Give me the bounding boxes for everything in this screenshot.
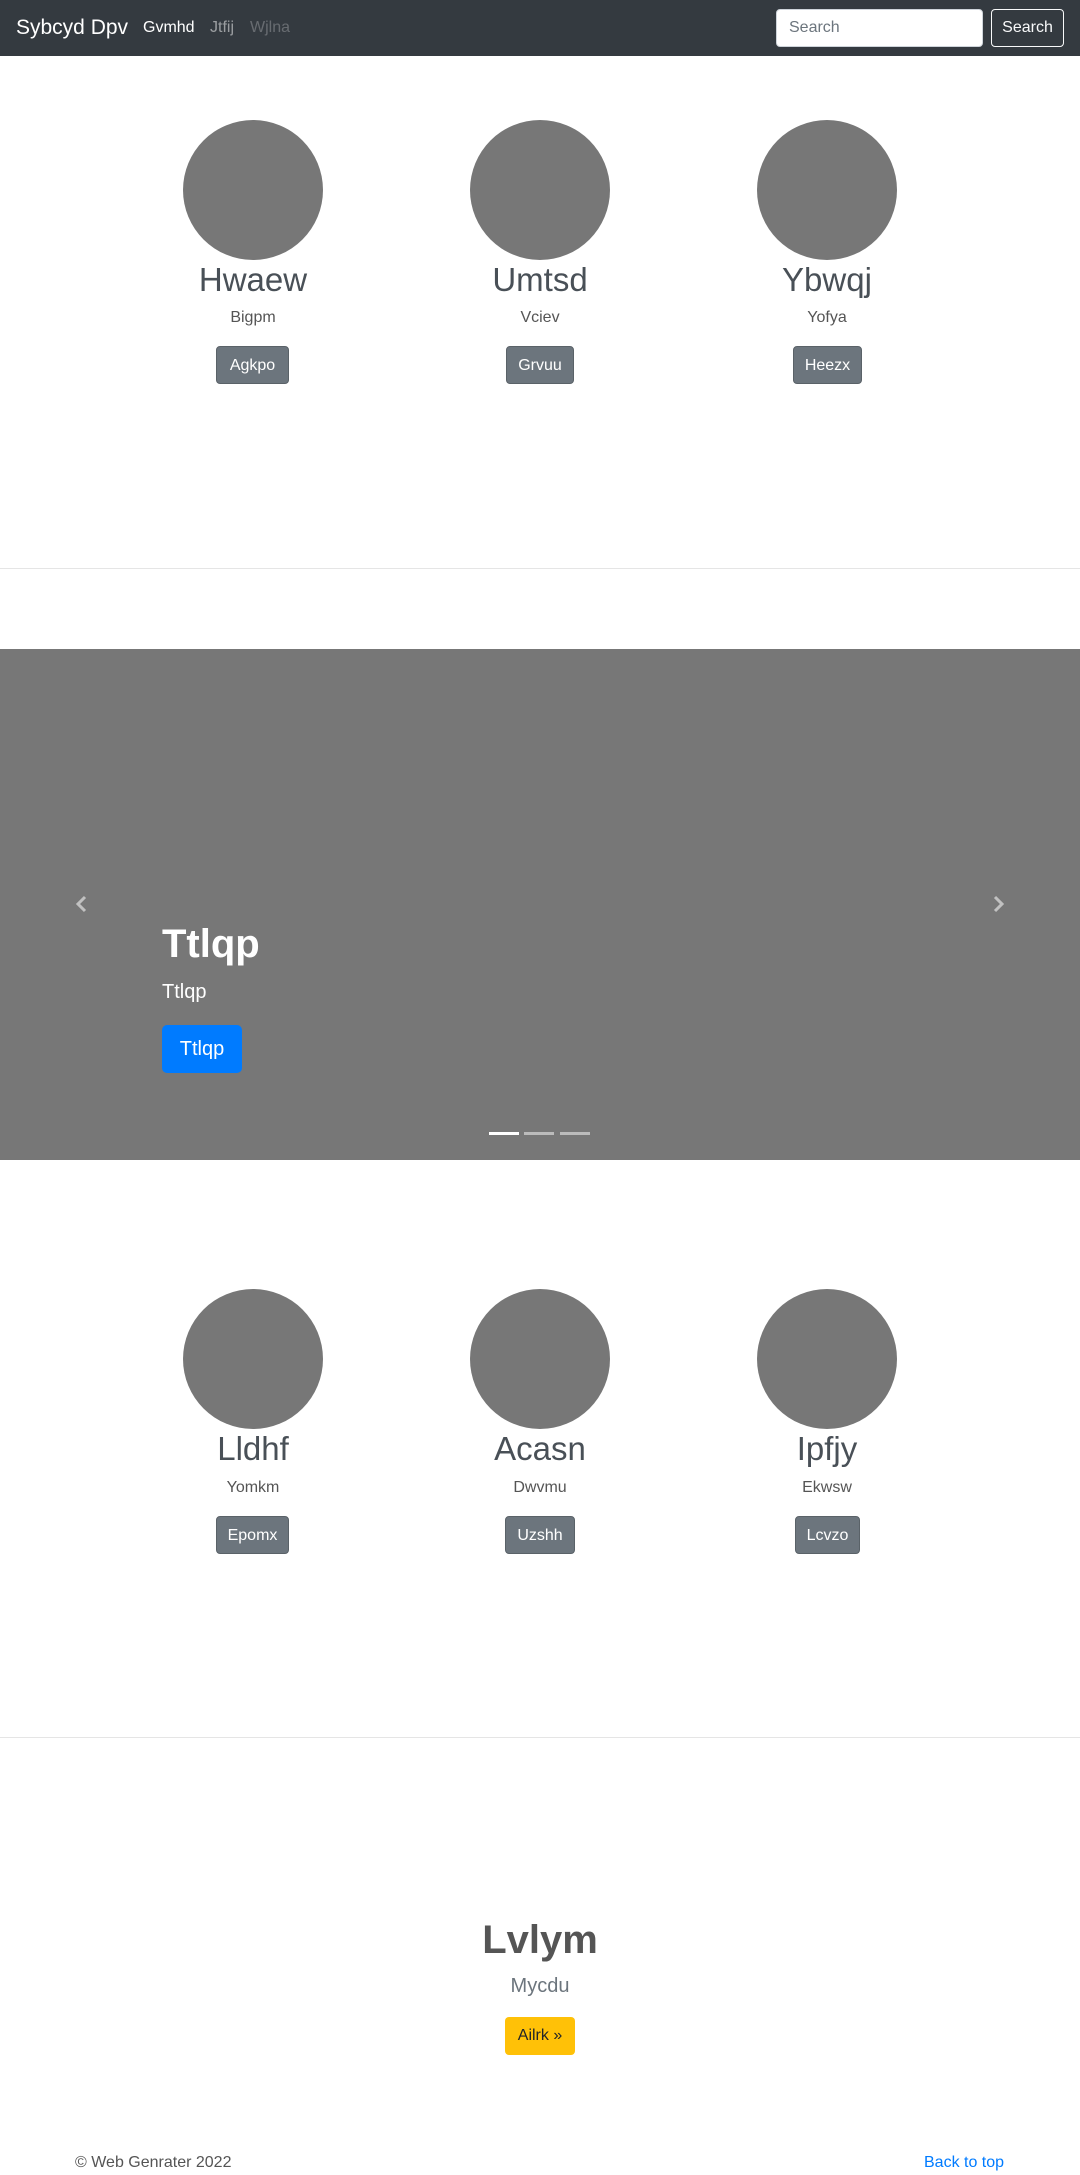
nav-link-jtfij[interactable]: Jtfij — [210, 18, 234, 38]
avatar — [757, 120, 897, 260]
chevron-left-icon — [75, 895, 87, 913]
avatar — [470, 1289, 610, 1429]
card-subtitle: Yofya — [807, 309, 847, 326]
carousel-caption-title: Ttlqp — [162, 922, 260, 966]
footer-copyright: © Web Genrater 2022 — [75, 2154, 232, 2171]
carousel: Ttlqp Ttlqp Ttlqp — [0, 649, 1080, 1160]
card-name: Acasn — [494, 1430, 586, 1467]
card-subtitle: Vciev — [520, 309, 560, 326]
featurette-lead: Mycdu — [510, 1975, 570, 1997]
card-subtitle: Bigpm — [230, 309, 276, 326]
carousel-indicator-1[interactable] — [489, 1132, 519, 1135]
avatar — [470, 120, 610, 260]
featurette-divider — [0, 568, 1080, 569]
card-name: Umtsd — [492, 261, 588, 298]
carousel-indicator-3[interactable] — [560, 1132, 590, 1135]
card-subtitle: Yomkm — [226, 1479, 280, 1496]
card-button[interactable]: Epomx — [216, 1516, 289, 1554]
chevron-right-icon — [993, 895, 1005, 913]
carousel-caption-button[interactable]: Ttlqp — [162, 1025, 242, 1073]
card-button[interactable]: Agkpo — [216, 346, 289, 384]
nav-link-wjlna[interactable]: Wjlna — [250, 18, 290, 38]
card-subtitle: Dwvmu — [513, 1479, 567, 1496]
card-name: Lldhf — [217, 1430, 289, 1467]
card-button[interactable]: Grvuu — [506, 346, 574, 384]
navbar: Sybcyd Dpv Gvmhd Jtfij Wjlna Search — [0, 0, 1080, 56]
card-name: Hwaew — [198, 261, 308, 298]
featurette-button[interactable]: Ailrk » — [505, 2017, 575, 2055]
card-button[interactable]: Lcvzo — [795, 1516, 860, 1554]
navbar-brand[interactable]: Sybcyd Dpv — [16, 14, 128, 42]
avatar — [183, 1289, 323, 1429]
search-input[interactable] — [776, 9, 983, 47]
search-button[interactable]: Search — [991, 9, 1064, 47]
carousel-caption-text: Ttlqp — [162, 981, 207, 1003]
carousel-prev-control[interactable] — [64, 886, 100, 922]
avatar — [757, 1289, 897, 1429]
carousel-next-control[interactable] — [980, 886, 1016, 922]
card-subtitle: Ekwsw — [802, 1479, 852, 1496]
featurette-divider — [0, 1737, 1080, 1738]
featurette-heading: Lvlym — [482, 1918, 598, 1962]
card-name: Ybwqj — [782, 261, 872, 298]
card-name: Ipfjy — [796, 1430, 858, 1467]
carousel-indicator-2[interactable] — [524, 1132, 554, 1135]
nav-link-gvmhd[interactable]: Gvmhd — [143, 18, 195, 38]
avatar — [183, 120, 323, 260]
card-button[interactable]: Uzshh — [505, 1516, 575, 1554]
back-to-top-link[interactable]: Back to top — [924, 2153, 1004, 2173]
card-button[interactable]: Heezx — [793, 346, 862, 384]
